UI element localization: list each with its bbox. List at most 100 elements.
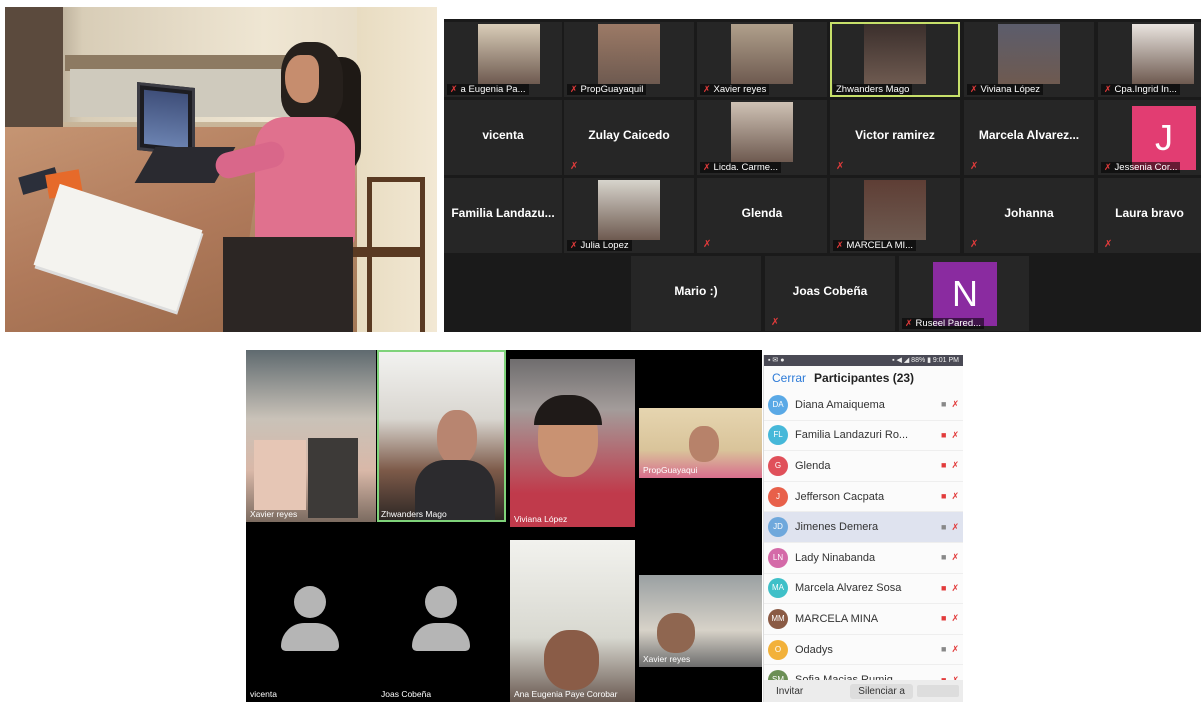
participant-tile[interactable]: Familia Landazu... <box>444 178 562 253</box>
participant-row[interactable]: FL Familia Landazuri Ro... ■ ✗ <box>764 421 963 452</box>
participant-tile[interactable]: Zhwanders Mago <box>830 22 960 97</box>
participant-video <box>731 102 793 162</box>
participant-status-icons: ■✗ <box>941 583 959 594</box>
participant-tile[interactable]: ✗ Julia Lopez <box>564 178 694 253</box>
participant-name: Jefferson Cacpata <box>795 490 885 503</box>
participant-tile[interactable]: ✗ MARCELA MI... <box>830 178 960 253</box>
participant-tile[interactable]: ✗ Xavier reyes <box>697 22 827 97</box>
participant-tile[interactable]: ✗ Cpa.Ingrid In... <box>1098 22 1201 97</box>
participant-video <box>864 180 926 240</box>
participant-status-icons: ■✗ <box>941 644 959 655</box>
participant-row[interactable]: LN Lady Ninabanda ■ ✗ <box>764 543 963 574</box>
tile-caption: Zhwanders Mago <box>381 509 447 519</box>
participant-tile[interactable]: Marcela Alvarez... ✗ <box>964 100 1094 175</box>
participant-tile[interactable]: ✗ Viviana López <box>964 22 1094 97</box>
tile-caption: ✗ Licda. Carme... <box>700 162 781 173</box>
participant-row[interactable]: O Odadys ■ ✗ <box>764 635 963 666</box>
participant-tile[interactable]: vicenta <box>444 100 562 175</box>
invite-button[interactable]: Invitar <box>764 686 815 697</box>
tile-caption: Zhwanders Mago <box>833 84 913 95</box>
mic-muted-icon: ✗ <box>570 84 578 94</box>
participant-video <box>731 24 793 84</box>
mic-muted-icon: ✗ <box>1104 84 1112 94</box>
video-tile[interactable]: vicenta <box>246 526 376 702</box>
participants-title: Participantes (23) <box>814 371 915 385</box>
participant-tile[interactable]: Glenda ✗ <box>697 178 827 253</box>
tile-caption: ✗ Viviana López <box>967 84 1044 95</box>
mic-muted-icon: ✗ <box>951 644 959 655</box>
phone-status-bar: ▪ ✉ ● ▪ ◀ ◢ 88% ▮ 9:01 PM <box>764 355 963 366</box>
video-tile-active[interactable]: Zhwanders Mago <box>377 350 506 522</box>
participant-tile[interactable]: Joas Cobeña ✗ <box>765 256 895 331</box>
mic-muted-icon: ✗ <box>905 318 913 328</box>
participant-row[interactable]: JD Jimenes Demera ■ ✗ <box>764 512 963 543</box>
mic-muted-icon: ✗ <box>570 240 578 250</box>
participant-tile[interactable]: Victor ramirez ✗ <box>830 100 960 175</box>
tile-caption: ✗ Cpa.Ingrid In... <box>1101 84 1180 95</box>
participant-name: Diana Amaiquema <box>795 398 885 411</box>
mobile-gallery-view: Xavier reyes Zhwanders Mago Viviana Lópe… <box>246 350 762 702</box>
participant-name: Familia Landazu... <box>451 206 555 220</box>
video-tile[interactable]: Joas Cobeña <box>377 526 506 702</box>
participant-video <box>1132 24 1194 84</box>
participant-row[interactable]: DA Diana Amaiquema ■ ✗ <box>764 390 963 421</box>
participant-status-icons: ■✗ <box>941 613 959 624</box>
participant-tile[interactable]: ✗ Licda. Carme... <box>697 100 827 175</box>
tile-caption: ✗ PropGuayaquil <box>567 84 647 95</box>
participant-tile[interactable]: ✗ PropGuayaquil <box>564 22 694 97</box>
participant-name: Jimenes Demera <box>795 521 879 534</box>
camera-icon: ■ <box>941 613 947 624</box>
participant-tile[interactable]: Johanna ✗ <box>964 178 1094 253</box>
participant-tile[interactable]: Zulay Caicedo ✗ <box>564 100 694 175</box>
participant-video <box>998 24 1060 84</box>
video-tile[interactable]: Xavier reyes <box>246 350 376 522</box>
participant-video <box>864 24 926 84</box>
participants-panel: ▪ ✉ ● ▪ ◀ ◢ 88% ▮ 9:01 PM Cerrar Partici… <box>763 355 963 702</box>
participant-row[interactable]: MM MARCELA MINA ■ ✗ <box>764 604 963 635</box>
camera-icon: ■ <box>941 429 947 440</box>
participant-tile[interactable]: Mario :) <box>631 256 761 331</box>
mic-muted-icon: ✗ <box>951 429 959 440</box>
participants-footer: Invitar Silenciar a <box>764 680 963 702</box>
participant-name: Lady Ninabanda <box>795 551 876 564</box>
tile-caption: Xavier reyes <box>250 509 298 519</box>
mute-all-button[interactable]: Silenciar a <box>850 683 913 699</box>
avatar: DA <box>768 394 788 415</box>
photo-person-at-laptop <box>5 7 437 332</box>
camera-icon: ■ <box>941 644 947 655</box>
tile-caption: ✗ Ruseel Pared... <box>902 318 985 329</box>
mic-muted-icon: ✗ <box>836 161 845 172</box>
more-button[interactable] <box>917 685 959 697</box>
camera-icon: ■ <box>941 521 947 532</box>
participant-name: Joas Cobeña <box>792 284 868 298</box>
participant-row[interactable]: J Jefferson Cacpata ■ ✗ <box>764 482 963 513</box>
participant-tile[interactable]: Laura bravo ✗ <box>1098 178 1201 253</box>
participant-tile[interactable]: ✗ a Eugenia Pa... <box>444 22 562 97</box>
participant-tile[interactable]: J ✗ Jessenia Cor... <box>1098 100 1201 175</box>
tile-caption: ✗ Julia Lopez <box>567 240 632 251</box>
participant-status-icons: ■✗ <box>941 430 959 441</box>
video-tile[interactable]: Viviana López <box>510 359 635 527</box>
video-tile[interactable]: Xavier reyes <box>639 575 762 667</box>
mic-muted-icon: ✗ <box>970 239 979 250</box>
camera-icon: ■ <box>941 491 947 502</box>
participant-row[interactable]: G Glenda ■ ✗ <box>764 451 963 482</box>
camera-icon: ■ <box>941 552 947 563</box>
participant-name: Zulay Caicedo <box>588 128 670 142</box>
participant-name: Familia Landazuri Ro... <box>795 429 909 442</box>
mic-muted-icon: ✗ <box>951 552 959 563</box>
video-tile[interactable]: Ana Eugenia Paye Corobar <box>510 540 635 702</box>
tile-caption: PropGuayaqui <box>643 465 698 475</box>
participant-name: MARCELA MINA <box>795 612 879 625</box>
camera-icon: ■ <box>941 399 947 410</box>
avatar-letter: J <box>1132 106 1196 170</box>
avatar: J <box>768 486 788 507</box>
mic-muted-icon: ✗ <box>1104 162 1112 172</box>
close-button[interactable]: Cerrar <box>772 371 806 385</box>
avatar: G <box>768 455 788 476</box>
participant-tile[interactable]: N ✗ Ruseel Pared... <box>899 256 1029 331</box>
tile-caption: ✗ Xavier reyes <box>700 84 770 95</box>
participant-name: Marcela Alvarez... <box>978 128 1080 142</box>
participant-row[interactable]: MA Marcela Alvarez Sosa ■ ✗ <box>764 574 963 605</box>
video-tile[interactable]: PropGuayaqui <box>639 408 762 478</box>
